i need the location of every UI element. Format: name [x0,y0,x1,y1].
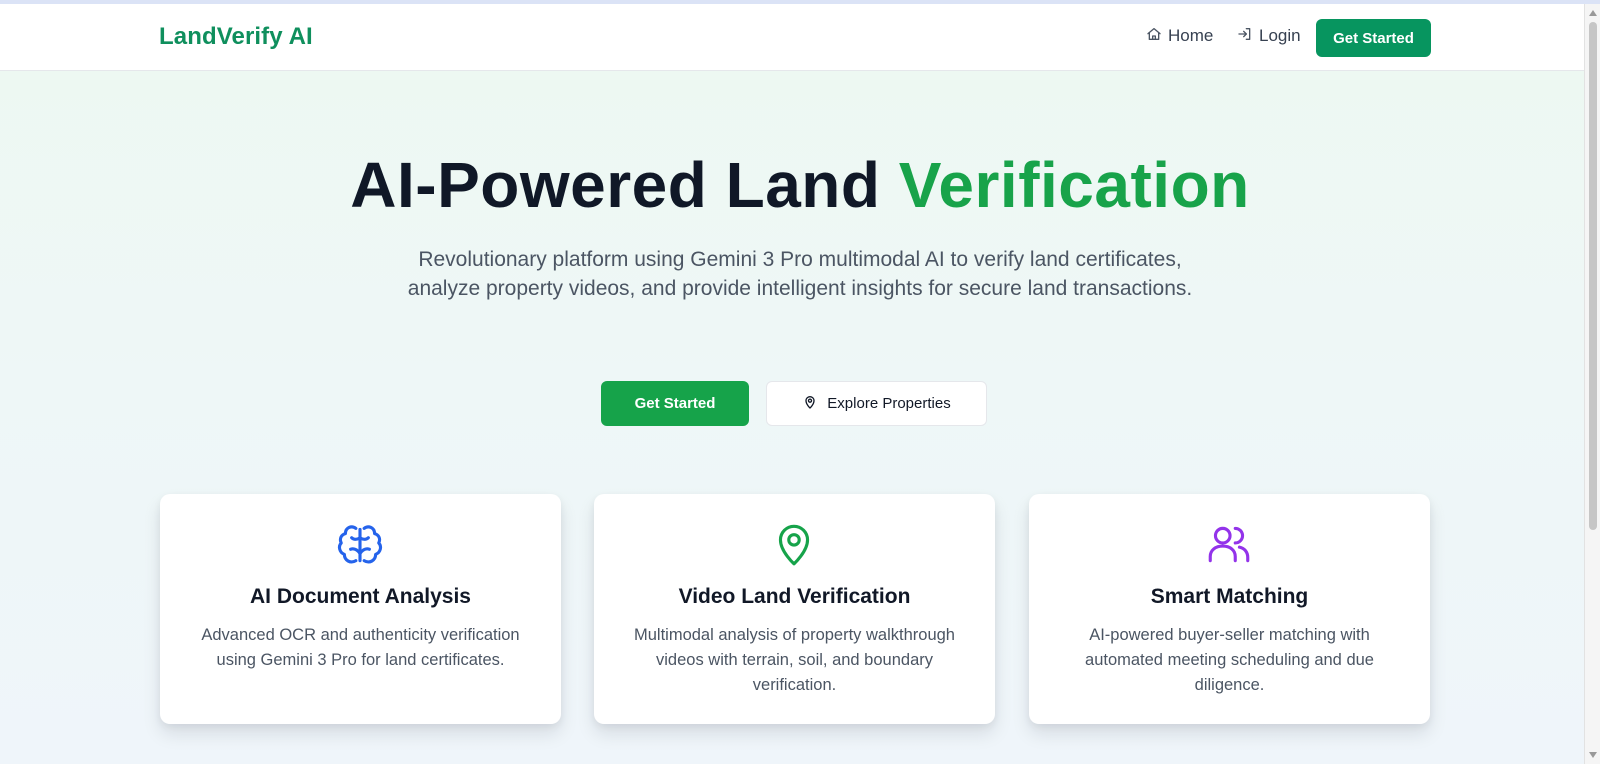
feature-title: AI Document Analysis [250,585,471,608]
feature-description: AI-powered buyer-seller matching with au… [1085,626,1374,694]
nav-home-label: Home [1168,26,1214,45]
feature-card-smart-matching: Smart Matching AI-powered buyer-seller m… [1029,494,1430,724]
feature-title: Video Land Verification [678,585,911,608]
login-icon [1237,26,1253,47]
feature-card-document-analysis: AI Document Analysis Advanced OCR and au… [160,494,561,724]
page-viewport: LandVerify AI Home Login Get Started AI-… [0,0,1600,764]
hero-title-main: AI-Powered Land [350,149,899,221]
brain-icon [334,518,386,570]
feature-cards: AI Document Analysis Advanced OCR and au… [160,494,1430,724]
nav-login-link[interactable]: Login [1237,24,1301,48]
map-pin-icon [768,518,820,570]
explore-properties-label: Explore Properties [827,395,951,412]
hero-title: AI-Powered Land Verification [0,148,1600,222]
brand-logo[interactable]: LandVerify AI [159,23,313,51]
hero-get-started-button[interactable]: Get Started [601,381,749,426]
scroll-down-arrow[interactable] [1589,752,1597,758]
hero-title-accent: Verification [898,149,1250,221]
home-icon [1146,26,1162,47]
nav-get-started-button[interactable]: Get Started [1316,19,1431,57]
feature-description: Advanced OCR and authenticity verificati… [201,626,520,669]
feature-card-video-verification: Video Land Verification Multimodal analy… [594,494,995,724]
users-icon [1203,518,1255,570]
top-navbar: LandVerify AI Home Login Get Started [0,4,1584,71]
scroll-thumb[interactable] [1589,22,1597,530]
explore-properties-button[interactable]: Explore Properties [766,381,987,426]
feature-title: Smart Matching [1150,585,1309,608]
nav-home-link[interactable]: Home [1146,24,1213,48]
hero-actions: Get Started Explore Properties [0,381,1600,426]
feature-description: Multimodal analysis of property walkthro… [634,626,955,694]
nav-login-label: Login [1259,26,1301,45]
scroll-up-arrow[interactable] [1589,10,1597,16]
hero-subtitle: Revolutionary platform using Gemini 3 Pr… [407,248,1193,300]
map-pin-icon [802,394,818,414]
